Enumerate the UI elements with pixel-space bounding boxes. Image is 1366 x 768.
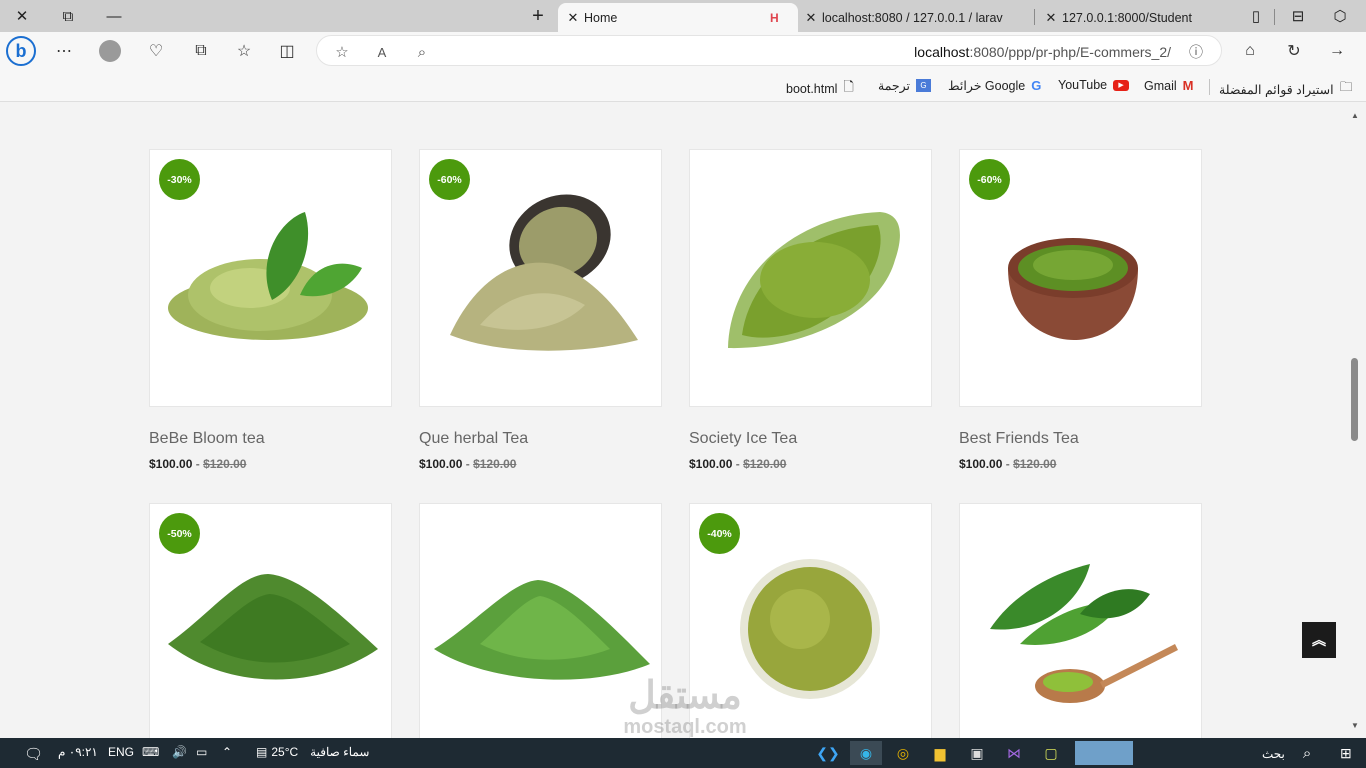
product-image[interactable]: -60% (959, 149, 1202, 407)
product-name[interactable]: Que herbal Tea (419, 430, 528, 448)
tab-strip: ✕ ⧉ — + ✕ Home H ✕ localhost:8080 / 127.… (0, 0, 1366, 32)
browser-essentials-icon[interactable]: ♡ (141, 36, 171, 66)
battery-icon[interactable]: ▭ (196, 745, 207, 759)
product-price: $100.00 - $120.00 (419, 457, 517, 471)
search-icon: ⌕ (1302, 745, 1312, 762)
leaves-and-spoon-image (990, 564, 1178, 703)
url-text[interactable]: localhost:8080/ppp/pr-php/E-commers_2/ (914, 44, 1171, 60)
address-bar[interactable]: ☆ A ⌕ localhost:8080/ppp/pr-php/E-commer… (316, 35, 1222, 66)
clock[interactable]: ٠٩:٢١ م (58, 745, 98, 759)
product-price: $100.00 - $120.00 (689, 457, 787, 471)
tab-phpmyadmin[interactable]: ✕ localhost:8080 / 127.0.0.1 / larav (800, 3, 1026, 32)
zoom-icon[interactable]: ⌕ (411, 41, 433, 63)
close-tab-icon[interactable]: ✕ (562, 10, 584, 26)
tab-home[interactable]: ✕ Home H (558, 3, 798, 32)
tab-title: 127.0.0.1:8000/Student (1062, 10, 1192, 25)
bookmark-youtube[interactable]: YouTube ▶ (1058, 78, 1130, 92)
site-favicon-icon: H (770, 10, 779, 25)
taskbar-search[interactable]: بحث ⌕ (1262, 745, 1311, 762)
bing-icon[interactable]: b (6, 36, 36, 66)
forward-icon[interactable]: → (1322, 36, 1352, 66)
product-price: $100.00 - $120.00 (959, 457, 1057, 471)
language-indicator[interactable]: ENG (108, 745, 134, 759)
file-icon: 🗋 (843, 79, 854, 94)
product-name[interactable]: Best Friends Tea (959, 430, 1079, 448)
discount-badge: -40% (699, 513, 740, 554)
terminal-icon[interactable]: ▣ (961, 741, 993, 765)
scrollbar-thumb[interactable] (1351, 358, 1358, 441)
refresh-icon[interactable]: ↻ (1279, 36, 1309, 66)
store-thumbnail-icon[interactable] (1075, 741, 1133, 765)
scroll-up-icon[interactable]: ▲ (1351, 111, 1359, 120)
discount-badge: -50% (159, 513, 200, 554)
chrome-icon[interactable]: ◎ (887, 741, 919, 765)
product-image[interactable]: -50% (149, 503, 392, 738)
bookmark-gmail[interactable]: Gmail M (1144, 78, 1194, 93)
profile-avatar-icon[interactable] (95, 36, 125, 66)
tab-student[interactable]: ✕ 127.0.0.1:8000/Student (1040, 3, 1240, 32)
restore-window-icon[interactable]: ⧉ (46, 0, 90, 32)
dev-app-icon[interactable]: ▢ (1035, 741, 1067, 765)
product-image[interactable] (959, 503, 1202, 738)
bookmark-translate[interactable]: ترجمة G (878, 78, 932, 93)
read-aloud-icon[interactable]: A (371, 41, 393, 63)
vscode-icon[interactable]: ❮❯ (812, 741, 844, 765)
tab-title: localhost:8080 / 127.0.0.1 / larav (822, 10, 1003, 25)
keyboard-icon[interactable]: ⌨ (142, 745, 159, 759)
favorites-icon[interactable]: ☆ (229, 36, 259, 66)
notifications-icon[interactable]: 🗨 (24, 745, 43, 763)
minimize-window-icon[interactable]: — (92, 0, 136, 32)
close-window-icon[interactable]: ✕ (0, 0, 44, 32)
page-scrollbar[interactable]: ▲ ▼ (1348, 103, 1362, 738)
bookmark-import[interactable]: استيراد قوائم المفضلة 🗀 (1219, 78, 1353, 100)
visual-studio-icon[interactable]: ⋈ (998, 741, 1030, 765)
new-tab-icon[interactable]: + (516, 0, 560, 32)
page-viewport: -30% BeBe Bloom tea $100.00 - $120.00 -6… (4, 103, 1348, 738)
weather-widget[interactable]: ▤ 25°C سماء صافية (256, 745, 369, 759)
watermark: مستقل mostaql.com (623, 675, 747, 738)
split-screen-icon[interactable]: ◫ (272, 36, 302, 66)
close-tab-icon[interactable]: ✕ (1040, 10, 1062, 26)
windows-start-icon[interactable]: ⊞ (1340, 745, 1352, 762)
product-image[interactable]: -60% (419, 149, 662, 407)
tab-title: Home (584, 10, 618, 25)
bookmark-google-maps[interactable]: خرائط Google G (948, 78, 1041, 93)
product-image[interactable] (689, 149, 932, 407)
taskbar: 🗨 ٠٩:٢١ م ENG ⌨ 🔊 ▭ ⌃ ▤ 25°C سماء صافية … (0, 738, 1366, 768)
discount-badge: -30% (159, 159, 200, 200)
product-name[interactable]: Society Ice Tea (689, 430, 797, 448)
workspaces-icon[interactable]: ⬡ (1318, 0, 1362, 32)
discount-badge: -60% (969, 159, 1010, 200)
file-explorer-icon[interactable]: ▆ (924, 741, 956, 765)
product-image[interactable]: -30% (149, 149, 392, 407)
gmail-icon: M (1182, 78, 1194, 93)
scroll-down-icon[interactable]: ▼ (1351, 721, 1359, 730)
weather-icon: ▤ (256, 745, 268, 759)
back-to-top-button[interactable]: ︽ (1302, 622, 1336, 658)
page-icon[interactable]: ▯ (1234, 0, 1278, 32)
more-options-icon[interactable]: ⋯ (49, 36, 79, 66)
bookmarks-bar: استيراد قوائم المفضلة 🗀 Gmail M YouTube … (0, 70, 1366, 102)
collections-icon[interactable]: ⧉ (186, 36, 216, 66)
youtube-icon: ▶ (1113, 79, 1130, 91)
product-price: $100.00 - $120.00 (149, 457, 247, 471)
product-name[interactable]: BeBe Bloom tea (149, 430, 265, 448)
add-favorite-icon[interactable]: ☆ (331, 41, 353, 63)
google-icon: G (1031, 78, 1042, 93)
edge-icon[interactable]: ◉ (850, 741, 882, 765)
tab-actions-icon[interactable]: ⊟ (1276, 0, 1320, 32)
translate-icon: G (916, 79, 932, 92)
volume-icon[interactable]: 🔊 (172, 745, 187, 759)
site-info-icon[interactable]: ⓘ (1185, 41, 1207, 63)
double-chevron-up-icon: ︽ (1312, 632, 1326, 648)
leaf-dish-matcha-image (728, 212, 900, 349)
close-tab-icon[interactable]: ✕ (800, 10, 822, 26)
folder-import-icon: 🗀 (1339, 79, 1353, 94)
chevron-up-icon[interactable]: ⌃ (222, 745, 232, 759)
toolbar: b ⋯ ♡ ⧉ ☆ ◫ ☆ A ⌕ localhost:8080/ppp/pr-… (0, 32, 1366, 70)
home-icon[interactable]: ⌂ (1235, 36, 1265, 66)
bookmark-boot-html[interactable]: boot.html 🗋 (786, 78, 854, 100)
discount-badge: -60% (429, 159, 470, 200)
